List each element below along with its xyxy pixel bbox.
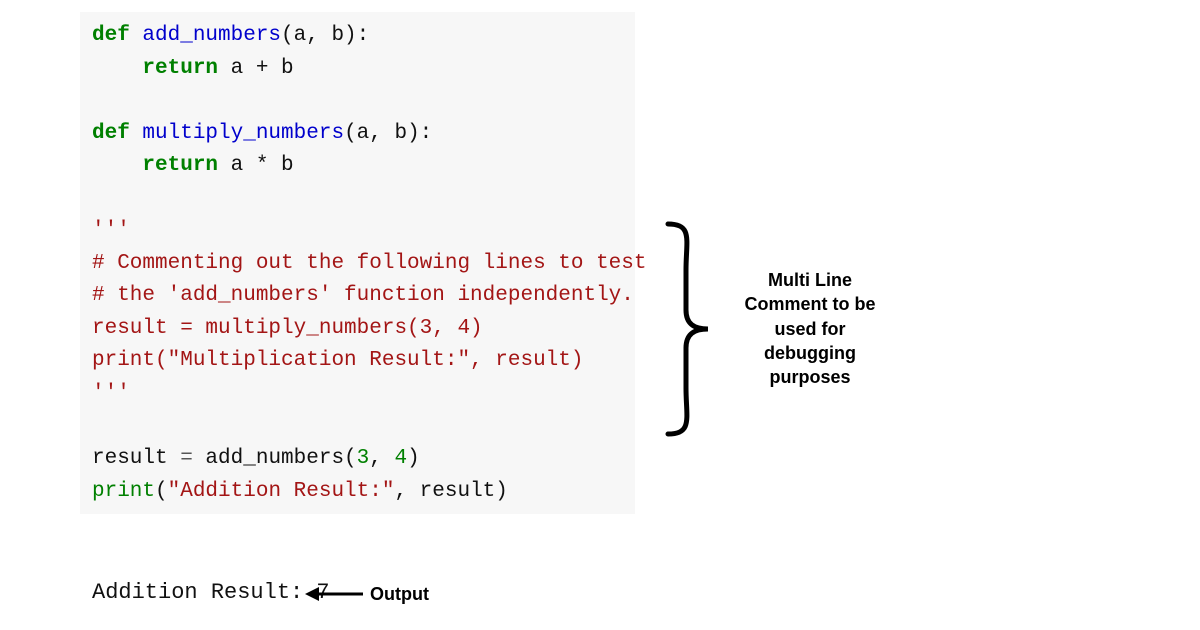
- triple-quote: ''': [92, 382, 130, 405]
- keyword-return: return: [92, 154, 218, 177]
- arrow-left-icon: [305, 582, 365, 606]
- code-text: result: [92, 447, 180, 470]
- blank-line: [92, 187, 105, 210]
- code-text: (a, b):: [344, 122, 432, 145]
- operator: =: [180, 447, 193, 470]
- comment-line: # Commenting out the following lines to …: [92, 252, 647, 275]
- keyword-def: def: [92, 24, 130, 47]
- code-text: ,: [369, 447, 394, 470]
- keyword-return: return: [92, 57, 218, 80]
- output-text: Addition Result: 7: [92, 580, 330, 605]
- function-name: multiply_numbers: [130, 122, 344, 145]
- number-literal: 4: [394, 447, 407, 470]
- code-text: ): [407, 447, 420, 470]
- string-literal: "Addition Result:": [168, 480, 395, 503]
- blank-line: [92, 89, 105, 112]
- code-block: def add_numbers(a, b): return a + b def …: [80, 12, 635, 514]
- code-text: (a, b):: [281, 24, 369, 47]
- code-text: (: [155, 480, 168, 503]
- comment-line: print("Multiplication Result:", result): [92, 349, 583, 372]
- blank-line: [92, 415, 105, 438]
- code-text: a * b: [218, 154, 294, 177]
- code-text: , result): [394, 480, 507, 503]
- function-name: add_numbers: [130, 24, 281, 47]
- output-label: Output: [370, 584, 429, 605]
- curly-brace-icon: [658, 220, 718, 438]
- number-literal: 3: [357, 447, 370, 470]
- triple-quote: ''': [92, 219, 130, 242]
- code-text: add_numbers(: [193, 447, 357, 470]
- comment-line: # the 'add_numbers' function independent…: [92, 284, 634, 307]
- code-text: a + b: [218, 57, 294, 80]
- builtin-print: print: [92, 480, 155, 503]
- keyword-def: def: [92, 122, 130, 145]
- annotation-label: Multi Line Comment to be used for debugg…: [730, 268, 890, 389]
- comment-line: result = multiply_numbers(3, 4): [92, 317, 483, 340]
